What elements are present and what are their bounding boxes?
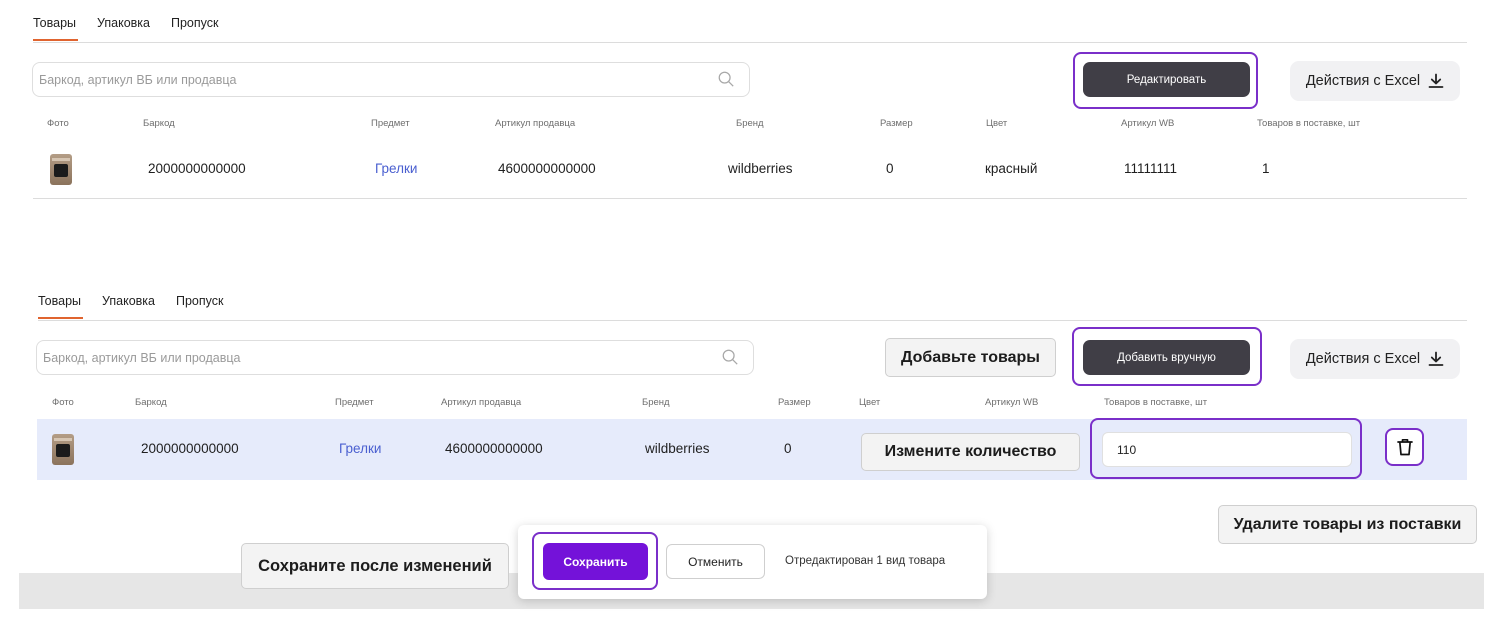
cell-barcode: 2000000000000 xyxy=(148,161,246,176)
tab-goods[interactable]: Товары xyxy=(38,294,83,319)
col-seller-article: Артикул продавца xyxy=(441,397,522,408)
cell-size: 0 xyxy=(784,441,792,456)
cell-seller-article: 4600000000000 xyxy=(498,161,596,176)
download-icon xyxy=(1428,73,1444,88)
col-photo: Фото xyxy=(52,397,74,408)
bottom-search-field[interactable] xyxy=(36,340,754,375)
cell-seller-article: 4600000000000 xyxy=(445,441,543,456)
cell-barcode: 2000000000000 xyxy=(141,441,239,456)
tab-packaging[interactable]: Упаковка xyxy=(97,16,150,30)
top-search-field[interactable] xyxy=(32,62,750,97)
bottom-tabs-divider xyxy=(38,320,1467,321)
top-excel-actions-button[interactable]: Действия с Excel xyxy=(1290,61,1460,101)
col-barcode: Баркод xyxy=(135,397,167,408)
trash-icon xyxy=(1396,438,1413,456)
callout-delete-goods: Удалите товары из поставки xyxy=(1218,505,1477,544)
delete-button[interactable] xyxy=(1385,428,1424,466)
callout-change-qty: Измените количество xyxy=(861,433,1080,471)
cell-subject-link[interactable]: Грелки xyxy=(339,441,381,456)
bottom-search-input[interactable] xyxy=(43,350,697,365)
top-row-divider xyxy=(33,198,1467,199)
tab-packaging[interactable]: Упаковка xyxy=(102,294,155,308)
col-barcode: Баркод xyxy=(143,118,175,129)
col-color: Цвет xyxy=(986,118,1008,129)
excel-actions-label: Действия с Excel xyxy=(1305,351,1421,367)
edit-button-highlight xyxy=(1073,52,1258,109)
product-photo[interactable] xyxy=(50,154,72,185)
cell-color: красный xyxy=(985,161,1038,176)
col-wb-article: Артикул WB xyxy=(985,397,1039,408)
col-size: Размер xyxy=(778,397,811,408)
col-brand: Бренд xyxy=(736,118,764,129)
col-color: Цвет xyxy=(859,397,881,408)
callout-save-after: Сохраните после изменений xyxy=(241,543,509,589)
col-wb-article: Артикул WB xyxy=(1121,118,1175,129)
col-photo: Фото xyxy=(47,118,69,129)
col-seller-article: Артикул продавца xyxy=(495,118,576,129)
cell-size: 0 xyxy=(886,161,894,176)
add-manual-button-highlight xyxy=(1072,327,1262,386)
col-subject: Предмет xyxy=(371,118,410,129)
search-icon[interactable] xyxy=(721,348,739,366)
edit-status-text: Отредактирован 1 вид товара xyxy=(785,555,946,567)
cell-wb-article: 11111111 xyxy=(1124,161,1178,176)
cell-brand: wildberries xyxy=(645,441,710,456)
col-qty: Товаров в поставке, шт xyxy=(1104,397,1208,408)
cell-subject-link[interactable]: Грелки xyxy=(375,161,417,176)
tab-goods[interactable]: Товары xyxy=(33,16,78,41)
tab-pass[interactable]: Пропуск xyxy=(176,294,224,308)
callout-add-goods: Добавьте товары xyxy=(885,338,1056,377)
col-subject: Предмет xyxy=(335,397,374,408)
cancel-button[interactable]: Отменить xyxy=(666,544,765,579)
col-size: Размер xyxy=(880,118,913,129)
top-search-input[interactable] xyxy=(39,72,693,87)
top-tabs: Товары Упаковка Пропуск xyxy=(33,16,219,41)
bottom-excel-actions-button[interactable]: Действия с Excel xyxy=(1290,339,1460,379)
cell-qty: 1 xyxy=(1262,161,1270,176)
col-brand: Бренд xyxy=(642,397,670,408)
tab-pass[interactable]: Пропуск xyxy=(171,16,219,30)
download-icon xyxy=(1428,351,1444,366)
col-qty: Товаров в поставке, шт xyxy=(1257,118,1361,129)
search-icon[interactable] xyxy=(717,70,735,88)
top-tabs-divider xyxy=(33,42,1467,43)
bottom-tabs: Товары Упаковка Пропуск xyxy=(38,294,224,319)
excel-actions-label: Действия с Excel xyxy=(1305,73,1421,89)
qty-input-highlight xyxy=(1090,418,1362,479)
cell-brand: wildberries xyxy=(728,161,793,176)
product-photo[interactable] xyxy=(52,434,74,465)
save-button-highlight xyxy=(532,532,658,590)
